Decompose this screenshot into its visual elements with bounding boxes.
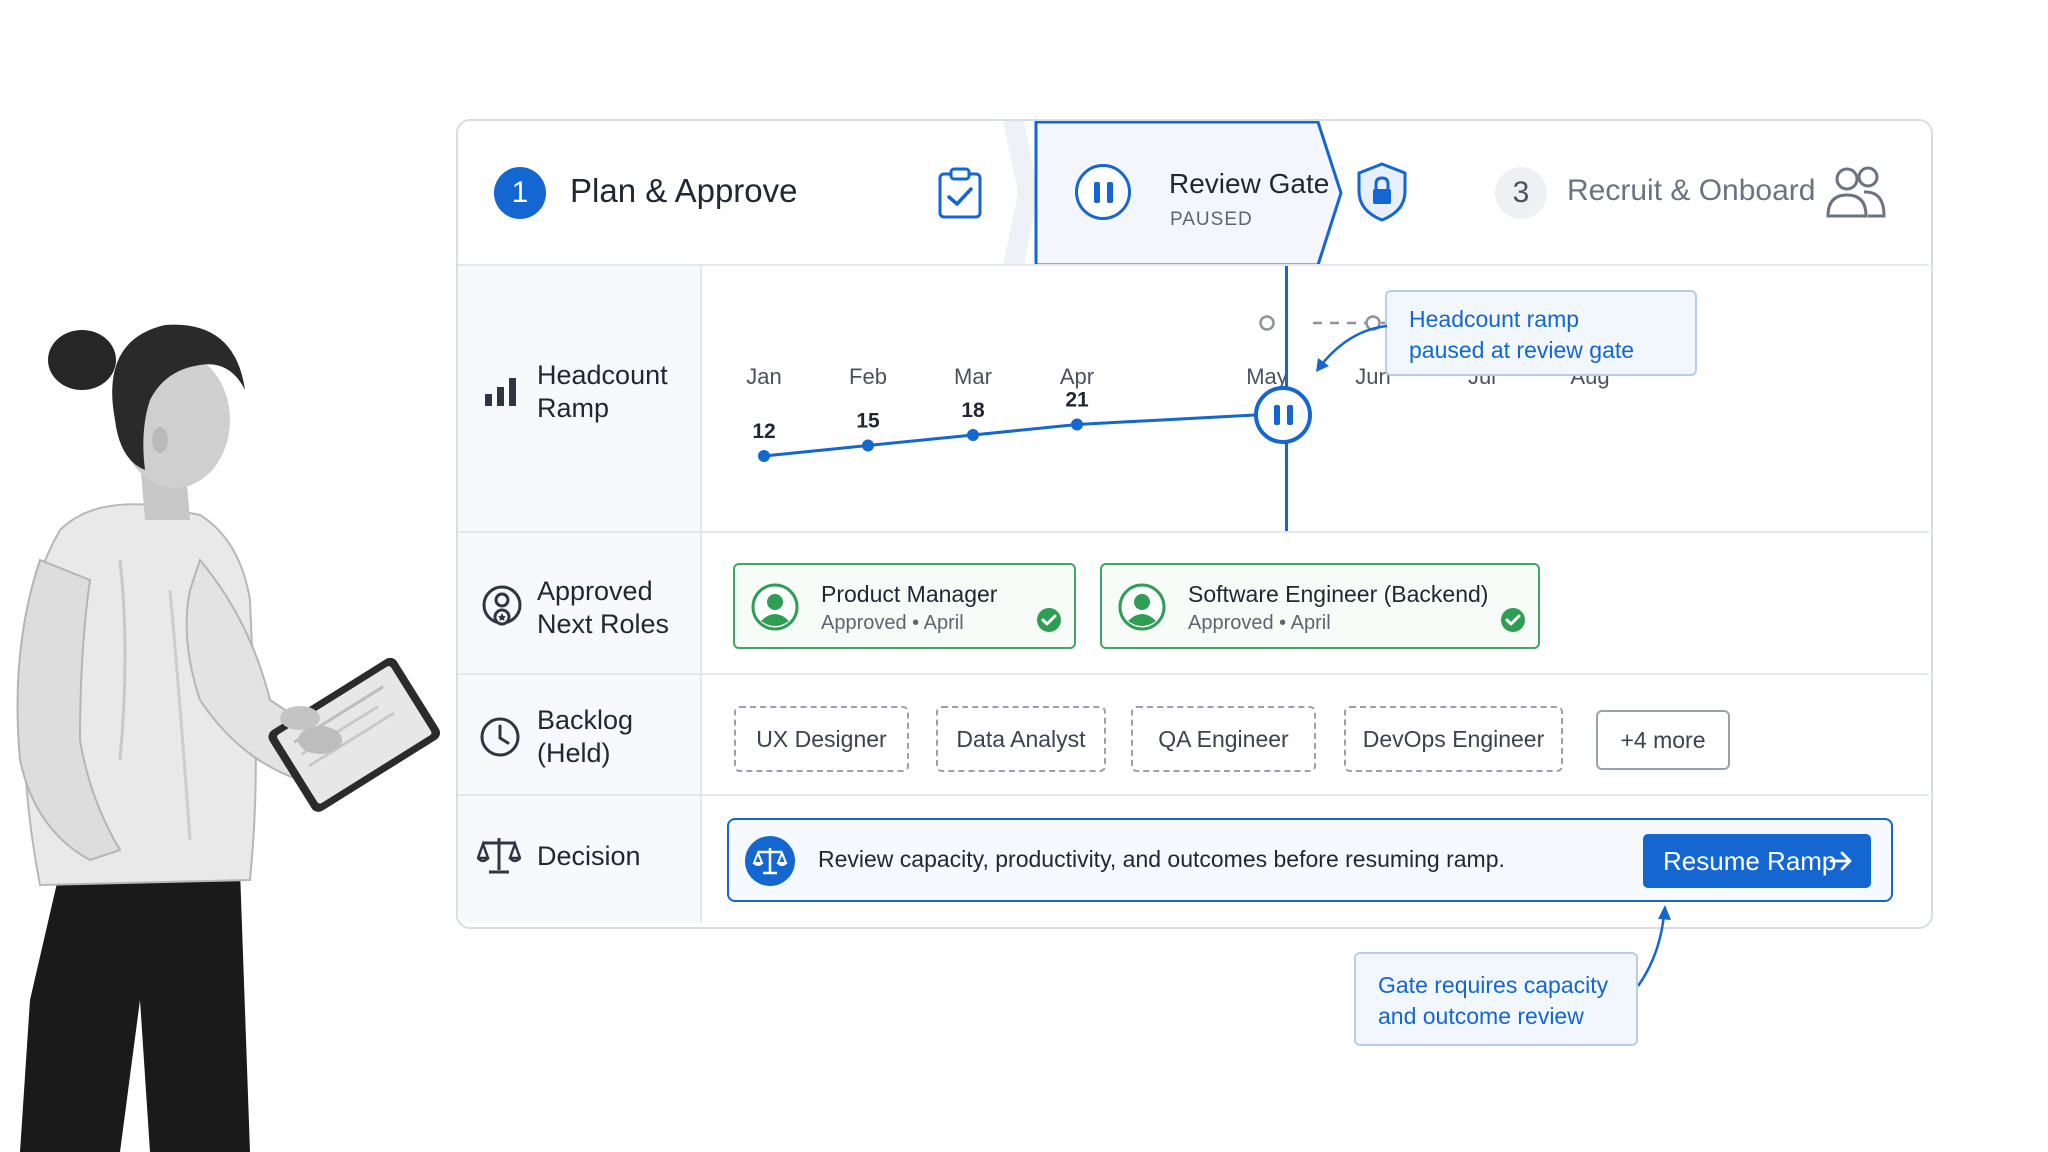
user-avatar-icon bbox=[1118, 583, 1166, 631]
month-label: Apr bbox=[1060, 364, 1094, 389]
row-divider bbox=[458, 673, 1929, 675]
user-avatar-icon bbox=[751, 583, 799, 631]
backlog-chip[interactable]: QA Engineer bbox=[1131, 706, 1316, 772]
role-status: Approved • April bbox=[1188, 612, 1331, 634]
row-label-approved: Approved Next Roles bbox=[537, 575, 669, 641]
user-badge-icon bbox=[482, 585, 522, 626]
clipboard-check-icon bbox=[938, 167, 982, 219]
ramp-value-label: 18 bbox=[961, 399, 985, 422]
ramp-value-label: 15 bbox=[856, 410, 880, 433]
resume-ramp-label: Resume Ramp bbox=[1663, 846, 1837, 876]
row-label-decision: Decision bbox=[537, 841, 641, 871]
check-circle-icon bbox=[1037, 608, 1061, 632]
role-title: Product Manager bbox=[821, 581, 998, 607]
step-2-title[interactable]: Review Gate bbox=[1169, 168, 1329, 200]
step-3-badge[interactable]: 3 bbox=[1495, 167, 1547, 219]
backlog-chip[interactable]: DevOps Engineer bbox=[1344, 706, 1563, 772]
step-1-badge[interactable]: 1 bbox=[494, 167, 546, 219]
gate-callout: Gate requires capacity and outcome revie… bbox=[1354, 952, 1638, 1046]
step-3-title[interactable]: Recruit & Onboard bbox=[1567, 174, 1815, 208]
row-label-line: Backlog bbox=[537, 705, 634, 735]
scale-badge-icon bbox=[745, 836, 795, 886]
headcount-ramp-chart: 12 15 18 21Jan Feb Mar Apr May Jun Jul Aug bbox=[746, 315, 1610, 462]
role-status-text: Approved bbox=[821, 612, 907, 634]
shield-lock-icon bbox=[1357, 162, 1407, 222]
month-label: Mar bbox=[954, 364, 992, 389]
callout-arrow bbox=[1636, 905, 1671, 987]
step-1-title[interactable]: Plan & Approve bbox=[570, 172, 798, 210]
row-divider bbox=[458, 794, 1929, 796]
row-divider bbox=[458, 531, 1929, 533]
step-2-status: PAUSED bbox=[1170, 209, 1253, 230]
backlog-chip[interactable]: Data Analyst bbox=[936, 706, 1106, 772]
check-circle-icon bbox=[1501, 608, 1525, 632]
row-label-line: (Held) bbox=[537, 738, 611, 768]
ramp-callout: Headcount ramp paused at review gate bbox=[1385, 290, 1697, 376]
month-label: Feb bbox=[849, 364, 887, 389]
resume-ramp-button[interactable]: Resume Ramp bbox=[1643, 834, 1871, 888]
callout-line: paused at review gate bbox=[1409, 337, 1635, 363]
callout-line: Headcount ramp bbox=[1409, 306, 1580, 332]
role-status: Approved • April bbox=[821, 612, 964, 634]
row-label-line: Next Roles bbox=[537, 609, 670, 639]
clock-icon bbox=[480, 717, 520, 757]
row-label-line: Ramp bbox=[537, 393, 610, 423]
scale-icon bbox=[477, 838, 521, 874]
row-label-line: Headcount bbox=[537, 360, 668, 390]
decision-text: Review capacity, productivity, and outco… bbox=[818, 846, 1505, 872]
backlog-chip[interactable]: UX Designer bbox=[734, 706, 909, 772]
role-month: April bbox=[1290, 612, 1331, 634]
backlog-more-button[interactable]: +4 more bbox=[1596, 710, 1730, 770]
ramp-point bbox=[862, 439, 874, 452]
callout-line: Gate requires capacity bbox=[1378, 972, 1609, 998]
row-label-headcount: Headcount Ramp bbox=[537, 359, 668, 425]
approved-role-card[interactable]: Software Engineer (Backend) Approved • A… bbox=[1100, 563, 1540, 649]
ramp-point bbox=[967, 429, 979, 441]
role-status-text: Approved bbox=[1188, 612, 1274, 634]
row-label-backlog: Backlog (Held) bbox=[537, 704, 633, 770]
ramp-line bbox=[763, 413, 1256, 458]
approved-role-card[interactable]: Product Manager Approved • April bbox=[733, 563, 1076, 649]
pause-icon[interactable] bbox=[1075, 164, 1131, 220]
role-title: Software Engineer (Backend) bbox=[1188, 581, 1489, 607]
ramp-value-label: 21 bbox=[1065, 389, 1089, 412]
future-point bbox=[1259, 315, 1275, 331]
callout-line: and outcome review bbox=[1378, 1003, 1584, 1029]
ramp-pause-marker[interactable] bbox=[1254, 386, 1312, 444]
month-label: Jan bbox=[746, 364, 781, 389]
ramp-point bbox=[1071, 418, 1083, 431]
role-month: April bbox=[923, 612, 964, 634]
arrow-right-icon bbox=[1829, 851, 1852, 871]
person-with-tablet-illustration bbox=[16, 324, 441, 1152]
bar-chart-icon bbox=[485, 378, 516, 406]
ramp-value-label: 12 bbox=[752, 420, 775, 443]
callout-arrow bbox=[1316, 324, 1388, 372]
users-icon bbox=[1826, 166, 1886, 218]
row-label-line: Approved bbox=[537, 576, 653, 606]
ramp-point bbox=[758, 450, 770, 462]
